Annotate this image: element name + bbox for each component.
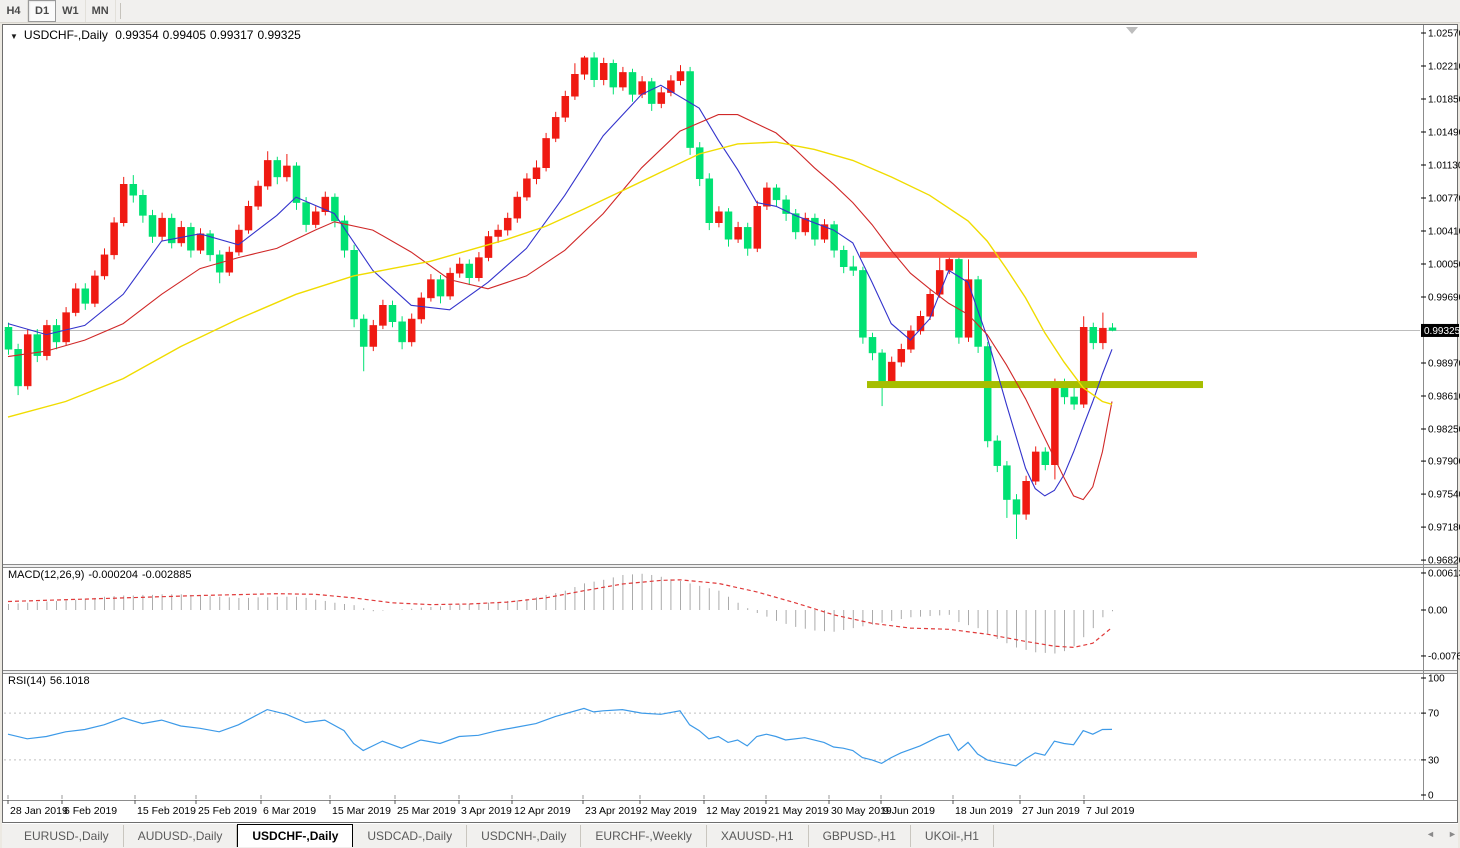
symbol-name: USDCHF-,Daily (23, 28, 108, 42)
svg-text:25 Feb 2019: 25 Feb 2019 (198, 805, 257, 817)
svg-text:0.99325: 0.99325 (1424, 326, 1460, 337)
svg-text:27 Jun 2019: 27 Jun 2019 (1022, 805, 1080, 817)
svg-text:1.01130: 1.01130 (1428, 161, 1460, 172)
chart-symbol-label: ▼ USDCHF-,Daily 0.99354 0.99405 0.99317 0.99… (10, 28, 305, 42)
macd-main-value: -0.000204 (88, 569, 138, 581)
svg-text:21 May 2019: 21 May 2019 (768, 805, 829, 817)
svg-text:1.02210: 1.02210 (1428, 62, 1460, 73)
ohlc-open: 0.99354 (115, 28, 159, 42)
svg-text:0.97900: 0.97900 (1428, 457, 1460, 468)
svg-text:70: 70 (1428, 709, 1440, 720)
macd-name: MACD(12,26,9) (8, 569, 85, 581)
macd-axis[interactable]: 0.00613 0.00 -0.00761 (1421, 568, 1460, 662)
svg-text:1.00050: 1.00050 (1428, 260, 1460, 271)
chart-tab-ukoil-h1[interactable]: UKOil-,H1 (911, 825, 994, 847)
svg-text:15 Mar 2019: 15 Mar 2019 (332, 805, 391, 817)
rsi-indicator-label: RSI(14) 56.1018 (8, 675, 94, 687)
ohlc-close: 0.99325 (257, 28, 301, 42)
svg-text:1.02570: 1.02570 (1428, 29, 1460, 40)
chart-canvas[interactable]: 1.02570 1.02210 1.01850 1.01490 1.01130 1.007… (0, 0, 1460, 848)
svg-text:2 May 2019: 2 May 2019 (642, 805, 697, 817)
rsi-layer (4, 707, 1420, 767)
svg-text:12 May 2019: 12 May 2019 (706, 805, 767, 817)
svg-text:7 Jul 2019: 7 Jul 2019 (1086, 805, 1135, 817)
svg-text:0.96820: 0.96820 (1428, 556, 1460, 567)
svg-text:-0.00761: -0.00761 (1428, 651, 1460, 662)
macd-signal-line (7, 579, 1113, 649)
time-axis[interactable]: 28 Jan 20196 Feb 2019 15 Feb 2019 25 Feb 2… (7, 795, 1135, 817)
chart-tab-bar: EURUSD-,Daily AUDUSD-,Daily USDCHF-,Daily U… (2, 823, 1458, 848)
chevron-down-icon[interactable]: ▼ (10, 32, 18, 41)
moving-averages-layer (7, 84, 1113, 501)
svg-text:28 Jan 2019: 28 Jan 2019 (10, 805, 68, 817)
svg-text:0.97180: 0.97180 (1428, 523, 1460, 534)
ma-mid-red (7, 114, 1113, 501)
candles-layer (4, 52, 1117, 539)
svg-text:0.98250: 0.98250 (1428, 425, 1460, 436)
chart-tab-usdchf-daily[interactable]: USDCHF-,Daily (237, 824, 354, 847)
horizontal-lines-layer[interactable] (860, 251, 1203, 389)
rsi-line (7, 707, 1113, 767)
tab-scroll-right-icon[interactable]: ► (1448, 829, 1457, 839)
chart-tab-usdcnh-daily[interactable]: USDCNH-,Daily (467, 825, 582, 847)
svg-text:0: 0 (1428, 791, 1434, 802)
svg-text:0.00: 0.00 (1428, 606, 1448, 617)
svg-text:3 Apr 2019: 3 Apr 2019 (461, 805, 512, 817)
mt4-application-window: H4D1W1MN 1.025701.022101.018501.014901.0… (0, 0, 1460, 848)
chart-tab-eurusd-daily[interactable]: EURUSD-,Daily (10, 825, 124, 847)
svg-text:1.00770: 1.00770 (1428, 194, 1460, 205)
svg-text:25 Mar 2019: 25 Mar 2019 (397, 805, 456, 817)
svg-text:0.99690: 0.99690 (1428, 293, 1460, 304)
svg-text:30: 30 (1428, 755, 1440, 766)
svg-text:0.97540: 0.97540 (1428, 490, 1460, 501)
svg-text:9 Jun 2019: 9 Jun 2019 (883, 805, 935, 817)
svg-text:0.98610: 0.98610 (1428, 392, 1460, 403)
svg-text:0.98970: 0.98970 (1428, 359, 1460, 370)
svg-text:1.00410: 1.00410 (1428, 227, 1460, 238)
chart-shift-marker-icon[interactable] (1126, 27, 1138, 34)
svg-text:6 Feb 2019: 6 Feb 2019 (64, 805, 117, 817)
chart-tab-xauusd-h1[interactable]: XAUUSD-,H1 (707, 825, 809, 847)
macd-signal-value: -0.002885 (141, 569, 192, 581)
ma-fast-blue (7, 84, 1113, 497)
chart-tab-audusd-daily[interactable]: AUDUSD-,Daily (124, 825, 238, 847)
svg-text:12 Apr 2019: 12 Apr 2019 (514, 805, 571, 817)
ma-slow-yellow (7, 141, 1113, 418)
rsi-axis[interactable]: 100 70 30 0 (1421, 674, 1445, 802)
price-axis[interactable]: 1.02570 1.02210 1.01850 1.01490 1.01130 1.007… (1421, 29, 1460, 567)
svg-text:0.00613: 0.00613 (1428, 568, 1460, 579)
chart-tab-usdcad-daily[interactable]: USDCAD-,Daily (353, 825, 468, 847)
svg-text:6 Mar 2019: 6 Mar 2019 (263, 805, 316, 817)
ohlc-low: 0.99317 (210, 28, 254, 42)
ohlc-high: 0.99405 (162, 28, 207, 42)
svg-text:18 Jun 2019: 18 Jun 2019 (955, 805, 1013, 817)
rsi-name: RSI(14) (8, 675, 46, 687)
tab-scroll-left-icon[interactable]: ◄ (1426, 829, 1435, 839)
svg-text:1.01490: 1.01490 (1428, 128, 1460, 139)
svg-text:1.01850: 1.01850 (1428, 95, 1460, 106)
chart-tab-eurchf-weekly[interactable]: EURCHF-,Weekly (581, 825, 707, 847)
macd-indicator-label: MACD(12,26,9) -0.000204 -0.002885 (8, 569, 196, 581)
rsi-value: 56.1018 (49, 675, 90, 687)
chart-tab-gbpusd-h1[interactable]: GBPUSD-,H1 (809, 825, 911, 847)
macd-layer (7, 573, 1113, 654)
svg-text:15 Feb 2019: 15 Feb 2019 (137, 805, 196, 817)
svg-text:23 Apr 2019: 23 Apr 2019 (585, 805, 642, 817)
svg-text:100: 100 (1428, 674, 1445, 685)
